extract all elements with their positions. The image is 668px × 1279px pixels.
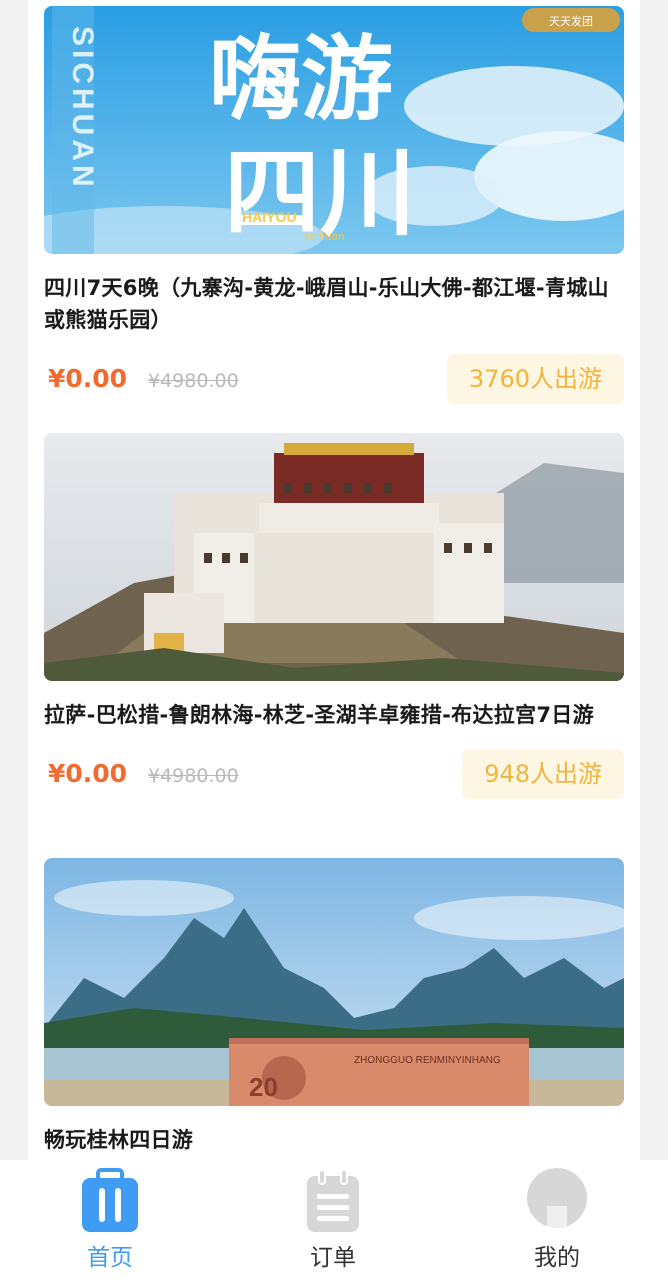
svg-text:ZHONGGUO RENMINYINHANG: ZHONGGUO RENMINYINHANG (354, 1055, 501, 1066)
price: ¥0.00 (48, 364, 128, 393)
product-title[interactable]: 拉萨-巴松措-鲁朗林海-林芝-圣湖羊卓雍措-布达拉宫7日游 (44, 699, 624, 731)
price: ¥0.00 (48, 759, 128, 788)
original-price: ¥4980.00 (148, 370, 239, 392)
svg-text:天天发团: 天天发团 (549, 14, 593, 28)
tab-mine[interactable]: 我的 (497, 1168, 617, 1276)
poster-stamp: 天天发团 (522, 8, 620, 32)
product-card[interactable]: 拉萨-巴松措-鲁朗林海-林芝-圣湖羊卓雍措-布达拉宫7日游 ¥0.00 ¥498… (44, 433, 624, 801)
price-row: ¥0.00 ¥4980.00 948人出游 (44, 749, 624, 801)
poster-headline-top: 嗨游 (209, 26, 393, 133)
app-screen: SICHUAN 嗨游 四川 HAIYOU sichuan 天天发团 四川7天6晚… (0, 0, 668, 1279)
price-row: ¥0.00 ¥4980.00 3760人出游 (44, 354, 624, 406)
poster-vertical-text: SICHUAN (66, 26, 99, 191)
original-price: ¥4980.00 (148, 765, 239, 787)
tab-home-label: 首页 (87, 1245, 133, 1271)
travelers-count-badge: 3760人出游 (446, 354, 624, 404)
clipboard-icon (307, 1169, 359, 1232)
guilin-landscape-image: 20 ZHONGGUO RENMINYINHANG (44, 858, 624, 1106)
tab-home[interactable]: 首页 (50, 1168, 170, 1276)
product-image[interactable]: 20 ZHONGGUO RENMINYINHANG (44, 858, 624, 1106)
product-image[interactable] (44, 433, 624, 681)
product-card[interactable]: 20 ZHONGGUO RENMINYINHANG 畅玩桂林四日游 (44, 858, 624, 1156)
sichuan-poster-image: SICHUAN 嗨游 四川 HAIYOU sichuan 天天发团 (44, 6, 624, 254)
product-card[interactable]: SICHUAN 嗨游 四川 HAIYOU sichuan 天天发团 四川7天6晚… (44, 6, 624, 406)
potala-palace-image (44, 433, 624, 681)
travelers-count-badge: 948人出游 (462, 749, 624, 799)
poster-subtitle-top: HAIYOU (242, 209, 296, 225)
product-image[interactable]: SICHUAN 嗨游 四川 HAIYOU sichuan 天天发团 (44, 6, 624, 254)
svg-text:20: 20 (249, 1072, 278, 1102)
banknote-image: 20 ZHONGGUO RENMINYINHANG (229, 1038, 529, 1106)
user-avatar-icon (527, 1168, 587, 1230)
tab-orders[interactable]: 订单 (273, 1168, 393, 1276)
suitcase-icon (82, 1168, 138, 1232)
tab-mine-label: 我的 (534, 1245, 580, 1271)
product-feed[interactable]: SICHUAN 嗨游 四川 HAIYOU sichuan 天天发团 四川7天6晚… (28, 0, 640, 1160)
product-title[interactable]: 四川7天6晚（九寨沟-黄龙-峨眉山-乐山大佛-都江堰-青城山或熊猫乐园） (44, 272, 624, 336)
product-title[interactable]: 畅玩桂林四日游 (44, 1124, 624, 1156)
poster-subtitle-bottom: sichuan (304, 228, 344, 243)
bottom-tab-bar: 首页 订单 我的 (0, 1160, 668, 1279)
tab-orders-label: 订单 (310, 1245, 356, 1271)
